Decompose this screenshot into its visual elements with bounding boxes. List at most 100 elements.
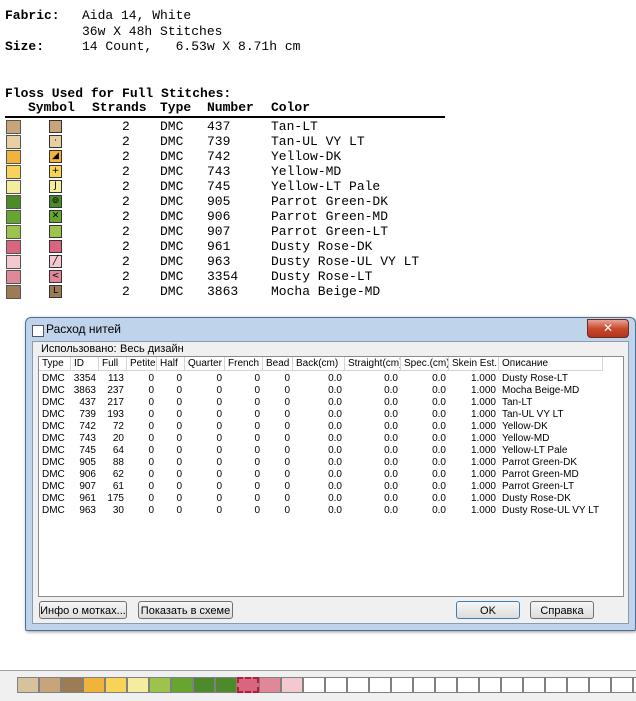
table-cell: 0 [254,409,260,420]
symbol-cell: J [49,180,62,193]
column-header[interactable]: Back(cm) [293,357,345,371]
palette-color-cell[interactable] [413,677,435,693]
column-header[interactable]: Описание [499,357,603,371]
table-cell: 0 [216,385,222,396]
palette-color-cell[interactable] [83,677,105,693]
color-swatch [6,120,21,134]
table-cell: DMC [42,493,65,504]
palette-color-cell[interactable] [501,677,523,693]
column-header[interactable]: ID [71,357,99,371]
palette-color-cell[interactable] [127,677,149,693]
table-cell: 0 [216,505,222,516]
palette-color-cell[interactable] [347,677,369,693]
palette-color-cell[interactable] [303,677,325,693]
table-cell: 1.000 [470,469,496,480]
palette-color-cell[interactable] [435,677,457,693]
table-cell: 0 [216,457,222,468]
palette-color-cell[interactable] [457,677,479,693]
table-row[interactable]: DMC 961 175 0 0 0 0 0 0.0 0.0 0.0 1.000 Dusty Rose-D… [39,493,623,505]
table-cell: 905 [79,457,96,468]
color-palette-bar [0,670,636,701]
show-in-chart-button[interactable]: Показать в схеме [138,601,233,619]
table-cell: 62 [112,469,124,480]
table-cell: 1.000 [470,373,496,384]
palette-color-cell[interactable] [369,677,391,693]
palette-color-cell[interactable] [589,677,611,693]
column-header[interactable]: French [225,357,263,371]
palette-color-cell[interactable] [61,677,83,693]
table-cell: 1.000 [470,421,496,432]
palette-color-cell[interactable] [171,677,193,693]
table-row[interactable]: DMC 3354 113 0 0 0 0 0 0.0 0.0 0.0 1.000 Dusty Rose-… [39,373,623,385]
table-cell: 0.0 [432,385,446,396]
column-header[interactable]: Skein Est. [449,357,499,371]
strands-cell: 2 [122,179,130,194]
column-header[interactable]: Half [157,357,185,371]
palette-color-cell[interactable] [611,677,633,693]
palette-color-cell[interactable] [39,677,61,693]
close-button[interactable]: ✕ [587,319,629,338]
floss-usage-list[interactable]: Type ID Full Petite Half Quarter French Bead Bac… [38,356,624,597]
palette-color-cell[interactable] [149,677,171,693]
table-row[interactable]: DMC 437 217 0 0 0 0 0 0.0 0.0 0.0 1.000 Tan-LT [39,397,623,409]
skein-info-button[interactable]: Инфо о мотках... [39,601,127,619]
table-cell: DMC [42,409,65,420]
table-row[interactable]: DMC 745 64 0 0 0 0 0 0.0 0.0 0.0 1.000 Yellow-LT Pal… [39,445,623,457]
type-cell: DMC [160,149,184,164]
palette-color-cell[interactable] [215,677,237,693]
palette-color-cell[interactable] [479,677,501,693]
column-header[interactable]: Full [99,357,127,371]
palette-color-cell[interactable] [281,677,303,693]
table-cell: 742 [79,421,96,432]
table-row[interactable]: DMC 905 88 0 0 0 0 0 0.0 0.0 0.0 1.000 Parrot Green-… [39,457,623,469]
table-row[interactable]: DMC 907 61 0 0 0 0 0 0.0 0.0 0.0 1.000 Parrot Green-… [39,481,623,493]
table-cell: 0 [284,373,290,384]
table-cell: 0 [284,505,290,516]
column-header[interactable]: Petite [127,357,157,371]
ok-button[interactable]: OK [456,601,520,619]
col-symbol: Symbol [28,100,75,115]
table-cell: 217 [107,397,124,408]
col-strands: Strands [92,100,147,115]
size-label: Size: [5,39,45,54]
column-header[interactable]: Bead [263,357,293,371]
color-swatch [6,240,21,254]
table-cell: 0.0 [328,433,342,444]
palette-color-cell[interactable] [17,677,39,693]
palette-color-cell[interactable] [567,677,589,693]
palette-color-cell[interactable] [193,677,215,693]
palette-color-cell[interactable] [259,677,281,693]
column-header[interactable]: Quarter [185,357,225,371]
table-row[interactable]: DMC 963 30 0 0 0 0 0 0.0 0.0 0.0 1.000 Dusty Rose-UL… [39,505,623,517]
column-header[interactable]: Spec.(cm) [401,357,449,371]
number-cell: 743 [207,164,231,179]
table-cell: 0.0 [432,397,446,408]
table-row[interactable]: DMC 742 72 0 0 0 0 0 0.0 0.0 0.0 1.000 Yellow-DK [39,421,623,433]
table-cell: 907 [79,481,96,492]
color-swatch [6,285,21,299]
column-header[interactable]: Straight(cm) [345,357,401,371]
number-cell: 3354 [207,269,239,284]
table-cell: 963 [79,505,96,516]
palette-color-cell[interactable] [545,677,567,693]
table-cell: 0.0 [432,421,446,432]
palette-color-cell[interactable] [391,677,413,693]
table-cell: 0 [148,433,154,444]
table-row[interactable]: DMC 743 20 0 0 0 0 0 0.0 0.0 0.0 1.000 Yellow-MD [39,433,623,445]
table-cell: 0 [148,493,154,504]
table-cell: 0.0 [384,421,398,432]
palette-color-cell[interactable] [523,677,545,693]
palette-color-cell[interactable] [105,677,127,693]
table-cell: 0.0 [384,469,398,480]
help-button[interactable]: Справка [530,601,594,619]
type-cell: DMC [160,284,184,299]
table-cell: 0 [254,385,260,396]
used-value: Весь дизайн [120,343,184,355]
table-row[interactable]: DMC 739 193 0 0 0 0 0 0.0 0.0 0.0 1.000 Tan-UL VY LT [39,409,623,421]
palette-color-cell[interactable] [325,677,347,693]
table-cell: 0.0 [432,481,446,492]
table-row[interactable]: DMC 3863 237 0 0 0 0 0 0.0 0.0 0.0 1.000 Mocha Beige… [39,385,623,397]
table-row[interactable]: DMC 906 62 0 0 0 0 0 0.0 0.0 0.0 1.000 Parrot Green-… [39,469,623,481]
palette-color-cell[interactable] [237,677,259,693]
column-header[interactable]: Type [39,357,71,371]
